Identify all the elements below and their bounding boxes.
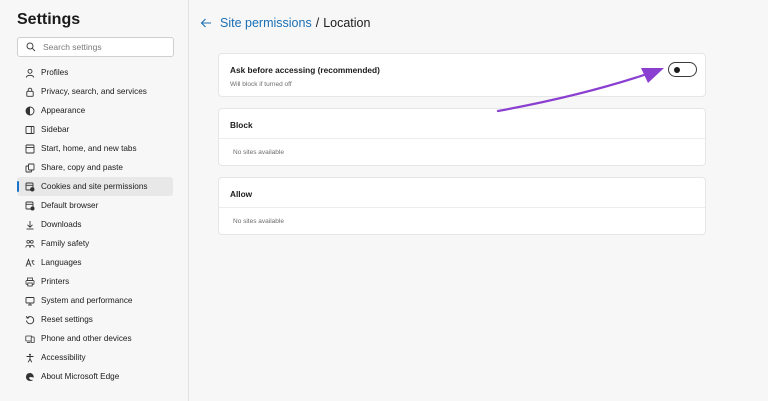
ask-before-accessing-description: Will block if turned off [230, 81, 292, 88]
allow-divider [219, 207, 705, 208]
settings-title: Settings [17, 11, 81, 28]
ask-before-accessing-card: Ask before accessing (recommended) Will … [218, 53, 706, 97]
toggle-knob [674, 66, 680, 73]
sidebar-item-about[interactable]: About Microsoft Edge [17, 367, 173, 386]
browser-icon [25, 201, 35, 211]
sidebar-item-label: Share, copy and paste [41, 163, 123, 172]
search-box[interactable] [17, 37, 174, 57]
family-icon [25, 239, 35, 249]
sidebar-item-label: Appearance [41, 106, 86, 115]
sidebar-item-label: Default browser [41, 201, 99, 210]
sidebar-item-reset[interactable]: Reset settings [17, 310, 173, 329]
block-section: Block No sites available [218, 108, 706, 166]
download-icon [25, 220, 35, 230]
home-icon [25, 144, 35, 154]
ask-before-accessing-toggle[interactable] [668, 62, 697, 77]
sidebar-item-label: Downloads [41, 220, 82, 229]
system-icon [25, 296, 35, 306]
allow-empty-text: No sites available [233, 218, 284, 225]
sidebar-item-share[interactable]: Share, copy and paste [17, 158, 173, 177]
search-input[interactable] [43, 42, 173, 52]
block-empty-text: No sites available [233, 149, 284, 156]
back-arrow-icon[interactable] [200, 17, 212, 29]
breadcrumb-site-permissions-link[interactable]: Site permissions [220, 16, 312, 30]
sidebar-item-sidebar[interactable]: Sidebar [17, 120, 173, 139]
lock-icon [25, 87, 35, 97]
profile-icon [25, 68, 35, 78]
sidebar-item-appearance[interactable]: Appearance [17, 101, 173, 120]
sidebar-item-label: Printers [41, 277, 70, 286]
sidebar-item-accessibility[interactable]: Accessibility [17, 348, 173, 367]
sidebar-item-label: Languages [41, 258, 82, 267]
block-section-title: Block [230, 120, 253, 130]
accessibility-icon [25, 353, 35, 363]
sidebar-item-system[interactable]: System and performance [17, 291, 173, 310]
sidebar-item-label: Phone and other devices [41, 334, 132, 343]
allow-section: Allow No sites available [218, 177, 706, 235]
sidebar-item-label: Privacy, search, and services [41, 87, 147, 96]
appearance-icon [25, 106, 35, 116]
sidebar-item-label: Cookies and site permissions [41, 182, 148, 191]
ask-before-accessing-label: Ask before accessing (recommended) [230, 65, 380, 75]
sidebar-item-profiles[interactable]: Profiles [17, 63, 173, 82]
sidebar-item-label: System and performance [41, 296, 133, 305]
sidebar-item-default-browser[interactable]: Default browser [17, 196, 173, 215]
sidebar-item-label: Sidebar [41, 125, 70, 134]
sidebar-item-printers[interactable]: Printers [17, 272, 173, 291]
edge-icon [25, 372, 35, 382]
sidebar-item-phone[interactable]: Phone and other devices [17, 329, 173, 348]
sidebar-item-start-home[interactable]: Start, home, and new tabs [17, 139, 173, 158]
reset-icon [25, 315, 35, 325]
allow-section-title: Allow [230, 189, 253, 199]
phone-icon [25, 334, 35, 344]
page-title: Location [323, 16, 371, 30]
sidebar-item-label: Reset settings [41, 315, 93, 324]
sidebar-item-privacy[interactable]: Privacy, search, and services [17, 82, 173, 101]
search-icon [26, 42, 36, 52]
sidebar-item-downloads[interactable]: Downloads [17, 215, 173, 234]
sidebar-item-label: Start, home, and new tabs [41, 144, 137, 153]
settings-nav: Profiles Privacy, search, and services A… [17, 63, 173, 386]
settings-sidebar: Settings Profiles Privacy, search, and s… [0, 0, 189, 401]
cookies-icon [25, 182, 35, 192]
block-divider [219, 138, 705, 139]
breadcrumb: Site permissions / Location [200, 16, 370, 30]
sidebar-icon [25, 125, 35, 135]
sidebar-item-label: About Microsoft Edge [41, 372, 120, 381]
languages-icon [25, 257, 35, 268]
breadcrumb-separator: / [315, 16, 320, 30]
share-icon [25, 163, 35, 173]
printer-icon [25, 277, 35, 287]
sidebar-item-label: Accessibility [41, 353, 86, 362]
sidebar-item-label: Profiles [41, 68, 69, 77]
sidebar-item-cookies[interactable]: Cookies and site permissions [17, 177, 173, 196]
sidebar-item-label: Family safety [41, 239, 90, 248]
sidebar-item-family-safety[interactable]: Family safety [17, 234, 173, 253]
sidebar-item-languages[interactable]: Languages [17, 253, 173, 272]
main-content: Site permissions / Location Ask before a… [190, 0, 768, 401]
